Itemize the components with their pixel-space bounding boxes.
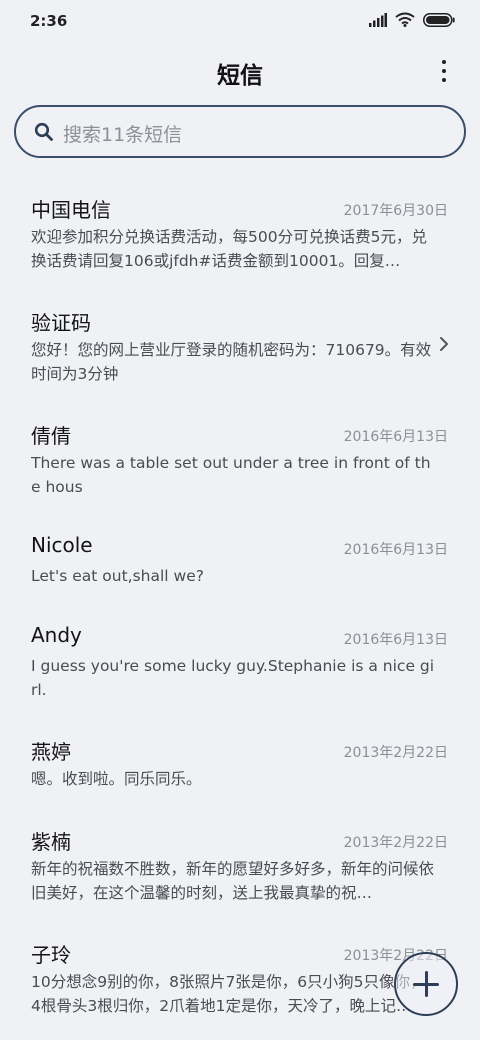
more-vertical-icon [442,69,446,73]
chevron-right-icon [439,336,449,356]
message-sender: 燕婷 [31,740,71,764]
message-preview: 您好！您的网上营业厅登录的随机密码为：710679。有效时间为3分钟 [31,341,432,383]
message-item-yanting[interactable]: 燕婷 2013年2月22日 嗯。收到啦。同乐同乐。 [0,714,480,804]
message-date: 2017年6月30日 [343,203,448,219]
message-sender: Nicole [31,533,93,557]
message-item-andy[interactable]: Andy 2016年6月13日 I guess you're some luck… [0,601,480,714]
more-options-button[interactable] [434,58,454,84]
signal-icon [369,12,387,31]
message-preview: 10分想念9别的你，8张照片7张是你，6只小狗5只像你，4根骨头3根归你，2爪着… [31,973,426,1015]
status-time: 2:36 [30,12,68,30]
battery-icon [423,12,455,31]
message-date: 2013年2月22日 [343,745,448,761]
message-item-qianqian[interactable]: 倩倩 2016年6月13日 There was a table set out … [0,398,480,511]
message-sender: 子玲 [31,943,71,967]
message-item-verification-code[interactable]: 验证码 您好！您的网上营业厅登录的随机密码为：710679。有效时间为3分钟 [0,285,480,398]
message-date: 2016年6月13日 [343,632,448,648]
message-preview: 欢迎参加积分兑换话费活动，每500分可兑换话费5元，兑换话费请回复106或jfd… [31,228,427,270]
message-sender: Andy [31,623,82,647]
message-preview: I guess you're some lucky guy.Stephanie … [31,657,435,699]
message-date: 2013年2月22日 [343,835,448,851]
message-sender: 紫楠 [31,830,71,854]
message-sender: 中国电信 [31,198,111,222]
message-preview: 嗯。收到啦。同乐同乐。 [31,770,202,788]
message-date: 2016年6月13日 [343,542,448,558]
status-icons [369,12,455,31]
compose-button[interactable] [394,952,458,1016]
message-sender: 验证码 [31,311,91,335]
message-preview: 新年的祝福数不胜数，新年的愿望好多好多，新年的问候依旧美好，在这个温馨的时刻，送… [31,860,435,902]
message-preview: Let's eat out,shall we? [31,567,204,585]
header: 短信 [0,44,480,100]
more-vertical-icon [442,60,446,64]
more-vertical-icon [442,78,446,82]
message-sender: 倩倩 [31,424,71,448]
search-icon [34,122,54,146]
search-input[interactable]: 搜索11条短信 [14,105,466,158]
search-placeholder: 搜索11条短信 [63,124,183,146]
message-item-china-telecom[interactable]: 中国电信 2017年6月30日 欢迎参加积分兑换话费活动，每500分可兑换话费5… [0,172,480,285]
wifi-icon [395,12,415,31]
message-item-nicole[interactable]: Nicole 2016年6月13日 Let's eat out,shall we… [0,511,480,601]
message-date: 2016年6月13日 [343,429,448,445]
message-preview: There was a table set out under a tree i… [31,454,431,496]
status-bar: 2:36 [0,0,480,44]
message-item-zinan[interactable]: 紫楠 2013年2月22日 新年的祝福数不胜数，新年的愿望好多好多，新年的问候依… [0,804,480,917]
page-title: 短信 [217,63,263,89]
